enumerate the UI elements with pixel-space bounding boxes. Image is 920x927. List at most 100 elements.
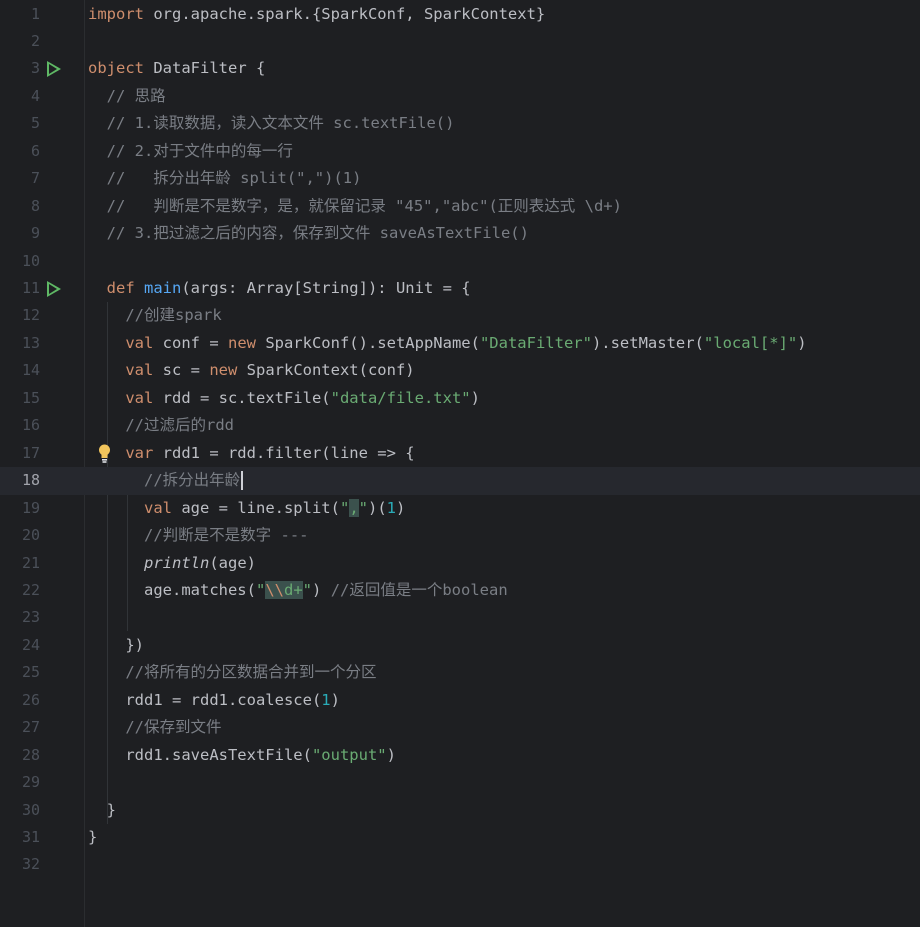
code-line[interactable]: 13 val conf = new SparkConf().setAppName… — [0, 330, 920, 357]
code-line[interactable]: 4 // 思路 — [0, 83, 920, 110]
code-line[interactable]: 26 rdd1 = rdd1.coalesce(1) — [0, 687, 920, 714]
code-token: ) — [470, 388, 480, 407]
code-line[interactable]: 7 // 拆分出年龄 split(",")(1) — [0, 165, 920, 192]
code-token: \\ — [265, 580, 284, 599]
code-line[interactable]: 16 //过滤后的rdd — [0, 412, 920, 439]
code-token: ) — [797, 333, 807, 352]
code-token: ) — [312, 580, 331, 599]
code-line[interactable]: 31} — [0, 824, 920, 851]
code-text: val age = line.split(",")(1) — [88, 495, 405, 522]
code-text: // 判断是不是数字，是，就保留记录 "45","abc"(正则表达式 \d+) — [88, 193, 622, 220]
code-line[interactable]: 20 //判断是不是数字 --- — [0, 522, 920, 549]
run-gutter-icon[interactable] — [47, 61, 61, 78]
code-token: SparkConf().setAppName( — [265, 333, 480, 352]
line-number: 16 — [21, 416, 40, 435]
code-line[interactable]: 5 // 1.读取数据，读入文本文件 sc.textFile() — [0, 110, 920, 137]
code-line[interactable]: 18 //拆分出年龄 — [0, 467, 920, 495]
code-token: conf = — [162, 333, 228, 352]
code-line[interactable]: 11 def main(args: Array[String]): Unit =… — [0, 275, 920, 302]
code-token: //拆分出年龄 — [88, 471, 241, 490]
code-line[interactable]: 24 }) — [0, 632, 920, 659]
line-number: 27 — [21, 718, 40, 737]
code-token: }) — [88, 635, 144, 654]
code-token: // 2.对于文件中的每一行 — [88, 141, 293, 160]
code-token: )( — [368, 498, 387, 517]
code-token: var — [125, 443, 163, 462]
code-token: new — [209, 361, 247, 380]
code-token: d+ — [284, 580, 303, 599]
code-token: // 3.把过滤之后的内容，保存到文件 saveAsTextFile() — [88, 224, 529, 243]
code-token: ) — [386, 745, 396, 764]
run-gutter-icon[interactable] — [47, 281, 61, 297]
code-text: } — [88, 824, 97, 851]
line-number: 32 — [21, 855, 40, 874]
code-token: //创建spark — [88, 306, 222, 325]
code-line[interactable]: 17 var rdd1 = rdd.filter(line => { — [0, 440, 920, 467]
line-number: 6 — [30, 141, 40, 160]
line-number: 26 — [21, 690, 40, 709]
code-token: " — [255, 580, 266, 599]
code-text: }) — [88, 632, 144, 659]
code-token: DataFilter { — [153, 59, 266, 78]
code-line[interactable]: 8 // 判断是不是数字，是，就保留记录 "45","abc"(正则表达式 \d… — [0, 193, 920, 220]
line-number: 14 — [21, 361, 40, 380]
code-token: rdd = sc.textFile( — [162, 388, 331, 407]
code-line[interactable]: 19 val age = line.split(",")(1) — [0, 495, 920, 522]
code-line[interactable]: 6 // 2.对于文件中的每一行 — [0, 138, 920, 165]
code-token: main — [144, 279, 182, 297]
code-line[interactable]: 28 rdd1.saveAsTextFile("output") — [0, 742, 920, 769]
code-token: rdd1 = rdd.filter(line => { — [162, 443, 415, 462]
code-text: //保存到文件 — [88, 714, 221, 741]
code-line[interactable]: 12 //创建spark — [0, 302, 920, 329]
code-line[interactable]: 9 // 3.把过滤之后的内容，保存到文件 saveAsTextFile() — [0, 220, 920, 247]
code-line[interactable]: 27 //保存到文件 — [0, 714, 920, 741]
code-line[interactable]: 21 println(age) — [0, 550, 920, 577]
code-token: SparkContext(conf) — [246, 361, 415, 380]
code-line[interactable]: 1 import org.apache.spark.{SparkConf, Spa… — [0, 1, 920, 28]
code-token: // 思路 — [88, 86, 166, 105]
code-token: //返回值是一个boolean — [330, 580, 508, 599]
code-line[interactable]: 29 — [0, 769, 920, 796]
code-editor[interactable]: 1 import org.apache.spark.{SparkConf, Spa… — [0, 0, 920, 927]
code-line[interactable]: 23 — [0, 604, 920, 631]
code-text: import org.apache.spark.{SparkConf, Spar… — [88, 1, 545, 28]
code-token: age.matches( — [88, 580, 256, 599]
code-line[interactable]: 30 } — [0, 797, 920, 824]
code-line[interactable]: 14 val sc = new SparkContext(conf) — [0, 357, 920, 384]
code-token: // 拆分出年龄 split(",")(1) — [88, 169, 362, 188]
code-token: val — [144, 498, 182, 517]
code-line[interactable]: 2 — [0, 28, 920, 55]
line-number: 25 — [21, 663, 40, 682]
code-line[interactable]: 22 age.matches("\\d+") //返回值是一个boolean — [0, 577, 920, 604]
line-number: 22 — [21, 580, 40, 599]
code-token: "data/file.txt" — [330, 388, 471, 407]
code-token: rdd1 = rdd1.coalesce( — [88, 690, 322, 709]
code-token: //将所有的分区数据合并到一个分区 — [88, 663, 377, 682]
code-text: object DataFilter { — [88, 55, 265, 82]
code-text: val conf = new SparkConf().setAppName("D… — [88, 330, 807, 357]
code-line[interactable]: 10 — [0, 248, 920, 275]
code-line[interactable]: 15 val rdd = sc.textFile("data/file.txt"… — [0, 385, 920, 412]
line-number: 18 — [21, 471, 40, 490]
code-token: object — [88, 59, 154, 78]
code-token: import — [88, 4, 154, 23]
code-token: val — [125, 333, 163, 352]
code-line[interactable]: 3 object DataFilter { — [0, 55, 920, 82]
line-number: 12 — [21, 306, 40, 325]
code-line[interactable]: 25 //将所有的分区数据合并到一个分区 — [0, 659, 920, 686]
text-caret — [241, 471, 244, 491]
line-number: 20 — [21, 526, 40, 545]
code-line[interactable]: 32 — [0, 851, 920, 878]
line-number: 8 — [30, 196, 40, 215]
code-token: 1 — [386, 498, 397, 517]
line-number: 15 — [21, 388, 40, 407]
code-text: age.matches("\\d+") //返回值是一个boolean — [88, 577, 508, 604]
code-token: new — [227, 333, 266, 352]
code-token: // 判断是不是数字，是，就保留记录 "45","abc"(正则表达式 \d+) — [88, 196, 622, 215]
code-token: age = line.split( — [181, 498, 340, 517]
